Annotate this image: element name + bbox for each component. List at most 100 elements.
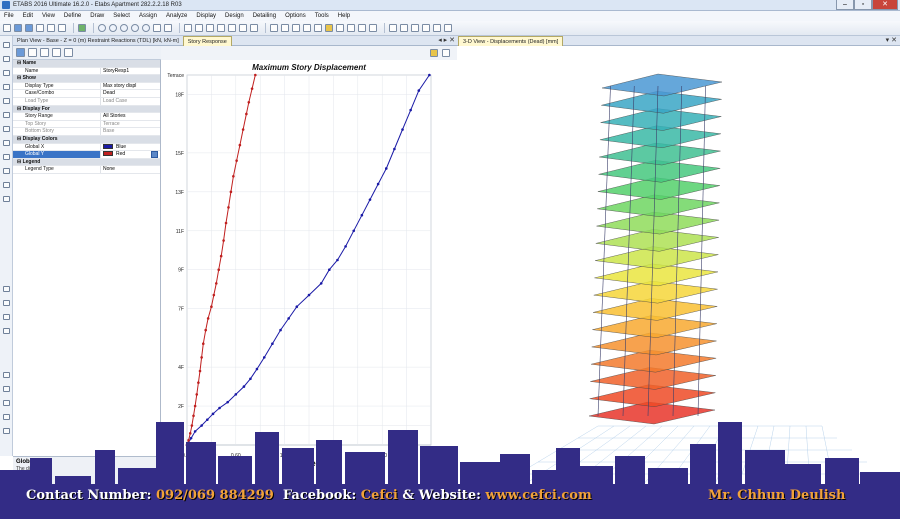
property-row[interactable]: Case/Combo Dead xyxy=(13,90,160,98)
menu-select[interactable]: Select xyxy=(113,13,130,19)
zoom-fit-icon[interactable] xyxy=(142,24,150,32)
reshape-icon[interactable] xyxy=(3,56,10,62)
property-row[interactable]: Top Story Terrace xyxy=(13,120,160,129)
section-cut-icon[interactable] xyxy=(444,24,452,32)
extrude-icon[interactable] xyxy=(314,24,322,32)
property-row[interactable]: Global X Blue xyxy=(13,143,160,152)
property-value[interactable]: Dead xyxy=(101,90,160,97)
dropdown-arrow-icon[interactable] xyxy=(151,151,158,159)
property-category[interactable]: ⊟ Display Colors xyxy=(13,135,160,144)
property-row[interactable]: Display Type Max story displ xyxy=(13,82,160,91)
new-model-icon[interactable] xyxy=(3,24,11,32)
draw-opening-icon[interactable] xyxy=(3,154,10,160)
menu-analyze[interactable]: Analyze xyxy=(166,13,187,19)
menu-view[interactable]: View xyxy=(42,13,55,19)
property-row[interactable]: Bottom Story Base xyxy=(13,128,160,136)
property-row[interactable]: Load Type Load Case xyxy=(13,97,160,106)
zoom-in-icon[interactable] xyxy=(98,24,106,32)
property-value[interactable]: All Stories xyxy=(101,113,160,120)
chart-options-icon[interactable] xyxy=(52,48,61,57)
pointer-icon[interactable] xyxy=(3,42,10,48)
stress-icon[interactable] xyxy=(358,24,366,32)
zoom-out-icon[interactable] xyxy=(109,24,117,32)
shrink-objects-icon[interactable] xyxy=(303,24,311,32)
menu-file[interactable]: File xyxy=(4,13,14,19)
draw-joint-icon[interactable] xyxy=(3,70,10,76)
lock-icon[interactable] xyxy=(58,24,66,32)
intersecting-line-icon[interactable] xyxy=(3,328,10,334)
elevation-view-icon[interactable] xyxy=(195,24,203,32)
plan-view-icon[interactable] xyxy=(184,24,192,32)
zoom-window-icon[interactable] xyxy=(120,24,128,32)
property-row[interactable]: Global Y Red xyxy=(13,151,160,159)
menu-define[interactable]: Define xyxy=(64,13,81,19)
clear-selection-icon[interactable] xyxy=(3,314,10,320)
down-arrow-icon[interactable] xyxy=(281,24,289,32)
table-icon[interactable] xyxy=(400,24,408,32)
save-icon[interactable] xyxy=(25,24,33,32)
draw-tendon-icon[interactable] xyxy=(3,182,10,188)
draw-wall-icon[interactable] xyxy=(3,140,10,146)
menu-options[interactable]: Options xyxy=(285,13,306,19)
deformed-shape-icon[interactable] xyxy=(336,24,344,32)
menu-detailing[interactable]: Detailing xyxy=(253,13,276,19)
draw-floor-icon[interactable] xyxy=(3,126,10,132)
zoom-previous-icon[interactable] xyxy=(131,24,139,32)
snap-points-icon[interactable] xyxy=(3,372,10,378)
pan-icon[interactable] xyxy=(153,24,161,32)
property-value[interactable]: Max story displ xyxy=(101,83,160,90)
select-all-icon[interactable] xyxy=(3,286,10,292)
menu-assign[interactable]: Assign xyxy=(139,13,157,19)
help-icon[interactable] xyxy=(442,49,450,57)
forces-icon[interactable] xyxy=(347,24,355,32)
undo-icon[interactable] xyxy=(36,24,44,32)
property-value[interactable]: Blue xyxy=(101,144,160,151)
previous-selection-icon[interactable] xyxy=(3,300,10,306)
draw-link-icon[interactable] xyxy=(3,168,10,174)
save-plot-icon[interactable] xyxy=(28,48,37,57)
draw-dimension-icon[interactable] xyxy=(3,196,10,202)
tab-controls[interactable]: ◂ ▸ ✕ xyxy=(438,36,455,46)
draw-column-icon[interactable] xyxy=(3,98,10,104)
export-icon[interactable] xyxy=(64,48,73,57)
draw-brace-icon[interactable] xyxy=(3,112,10,118)
property-value[interactable]: StoryResp1 xyxy=(101,68,160,75)
table-view-icon[interactable] xyxy=(40,48,49,57)
property-value[interactable]: Load Case xyxy=(101,98,160,105)
property-category[interactable]: ⊟ Show xyxy=(13,75,160,83)
grid-icon[interactable] xyxy=(411,24,419,32)
pencil-icon[interactable] xyxy=(430,49,438,57)
up-arrow-icon[interactable] xyxy=(270,24,278,32)
snap-intersections-icon[interactable] xyxy=(3,400,10,406)
property-row[interactable]: Name StoryResp1 xyxy=(13,67,160,76)
3d-view-icon[interactable] xyxy=(206,24,214,32)
rotate-3d-icon[interactable] xyxy=(164,24,172,32)
snap-icon[interactable] xyxy=(422,24,430,32)
measure-icon[interactable] xyxy=(433,24,441,32)
reactions-icon[interactable] xyxy=(369,24,377,32)
property-row[interactable]: Story Range All Stories xyxy=(13,113,160,121)
property-value[interactable]: None xyxy=(101,166,160,173)
redo-icon[interactable] xyxy=(47,24,55,32)
close-button[interactable]: ✕ xyxy=(872,0,898,10)
open-icon[interactable] xyxy=(14,24,22,32)
menu-design[interactable]: Design xyxy=(225,13,244,19)
tab-plan-view[interactable]: Plan View - Base - Z = 0 (m) Restraint R… xyxy=(13,36,183,46)
property-category[interactable]: ⊟ Name xyxy=(13,60,160,68)
draw-beam-icon[interactable] xyxy=(3,84,10,90)
menu-tools[interactable]: Tools xyxy=(315,13,329,19)
tab-story-response[interactable]: Story Response xyxy=(182,35,232,46)
categorized-icon[interactable] xyxy=(16,48,25,57)
yz-view-icon[interactable] xyxy=(239,24,247,32)
nv-view-icon[interactable] xyxy=(250,24,258,32)
property-category[interactable]: ⊟ Display For xyxy=(13,105,160,114)
property-value[interactable]: Base xyxy=(101,128,160,135)
set-display-options-icon[interactable] xyxy=(292,24,300,32)
snap-ends-icon[interactable] xyxy=(3,386,10,392)
menu-help[interactable]: Help xyxy=(338,13,350,19)
minimize-button[interactable]: – xyxy=(836,0,854,10)
tab-3d-view[interactable]: 3-D View - Displacements (Dead) [mm] xyxy=(458,35,564,46)
xy-view-icon[interactable] xyxy=(217,24,225,32)
menu-draw[interactable]: Draw xyxy=(90,13,104,19)
menu-edit[interactable]: Edit xyxy=(23,13,33,19)
